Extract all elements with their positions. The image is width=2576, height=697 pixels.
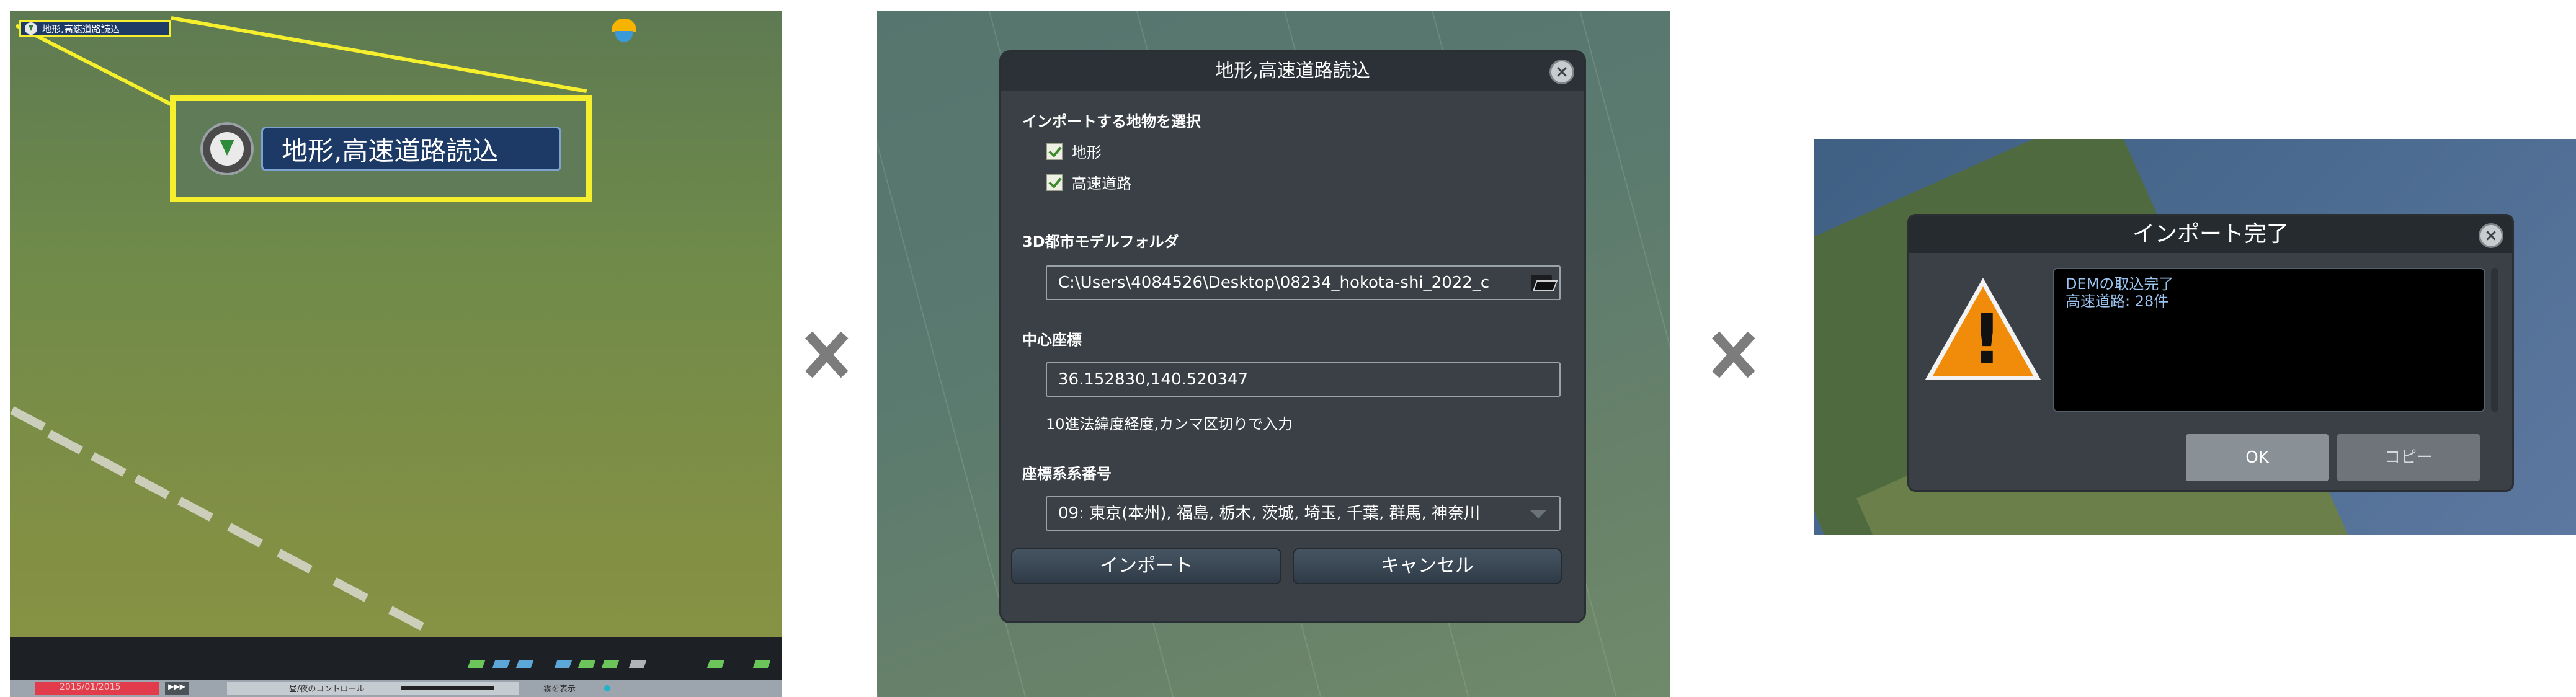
game-screen-panel: 地形,高速道路読込 地形,高速道路読込 2015/01/2015 ▶▶▶ 昼/夜… (10, 11, 782, 697)
folder-browse-icon[interactable] (1531, 273, 1558, 293)
road-tool-icon[interactable] (492, 660, 510, 668)
speed-button[interactable]: ▶▶▶ (165, 682, 189, 695)
checkbox-checked-icon[interactable] (1046, 173, 1063, 191)
terrain-highway-import-button[interactable]: 地形,高速道路読込 (19, 20, 171, 37)
road-tool-icon[interactable] (752, 660, 771, 668)
fog-toggle-label: 霧を表示 (543, 685, 576, 694)
center-coordinate-hint: 10進法緯度経度,カンマ区切りで入力 (1046, 415, 1293, 433)
road-dash (10, 406, 46, 431)
road-tool-icon[interactable] (706, 660, 725, 668)
import-dialog: 地形,高速道路読込 × インポートする地物を選択 地形 高速道路 3D都市モデル… (1001, 52, 1584, 621)
warning-icon: ! (1925, 278, 2041, 380)
import-arrow-icon (25, 22, 37, 35)
import-button-label: 地形,高速道路読込 (42, 23, 120, 35)
advisor-hardhat-icon[interactable] (608, 16, 639, 43)
road-dash (177, 497, 213, 522)
import-button[interactable]: インポート (1012, 549, 1280, 583)
chevron-right-icon (800, 310, 850, 397)
highway-checkbox[interactable]: 高速道路 (1046, 171, 1131, 193)
terrain-checkbox[interactable]: 地形 (1046, 140, 1102, 162)
tree-tool-icon[interactable] (601, 660, 620, 668)
import-button-label: 地形,高速道路読込 (261, 127, 561, 171)
copy-button[interactable]: コピー (2337, 434, 2480, 481)
road-dash (47, 430, 83, 455)
ok-button[interactable]: OK (2186, 434, 2329, 481)
zoomed-highlight-box: 地形,高速道路読込 (170, 95, 592, 202)
road-tool-icon[interactable] (515, 660, 534, 668)
road-tool-icon[interactable] (467, 660, 486, 668)
import-dialog-panel: 地形,高速道路読込 × インポートする地物を選択 地形 高速道路 3D都市モデル… (877, 11, 1670, 697)
coordinate-system-label: 座標系系番号 (1022, 465, 1112, 482)
import-complete-dialog: インポート完了 × ! DEMの取込完了 高速道路: 28件 OK コピー (1909, 216, 2512, 490)
bottom-toolbar (10, 637, 782, 680)
tree-tool-icon[interactable] (577, 660, 596, 668)
status-bar: 2015/01/2015 ▶▶▶ 昼/夜のコントロール 霧を表示 (10, 680, 782, 697)
message-box: DEMの取込完了 高速道路: 28件 (2053, 268, 2485, 412)
close-icon[interactable]: × (1549, 60, 1574, 84)
fog-toggle[interactable] (604, 685, 610, 691)
road-dash (134, 474, 170, 499)
close-icon[interactable]: × (2479, 223, 2503, 248)
folder-label: 3D都市モデルフォルダ (1022, 233, 1179, 251)
chevron-down-icon (1530, 510, 1547, 518)
coordinate-system-select[interactable]: 09: 東京(本州), 福島, 栃木, 茨城, 埼玉, 千葉, 群馬, 神奈川 (1046, 496, 1561, 531)
road-dash (332, 577, 368, 602)
road-dash (388, 606, 424, 631)
coordinate-system-value: 09: 東京(本州), 福島, 栃木, 茨城, 埼玉, 千葉, 群馬, 神奈川 (1058, 504, 1481, 523)
message-scrollbar[interactable] (2491, 268, 2498, 412)
terrain-checkbox-label: 地形 (1072, 144, 1102, 161)
center-coordinate-value: 36.152830,140.520347 (1058, 370, 1249, 389)
message-line: DEMの取込完了 (2066, 275, 2174, 293)
dialog-title: 地形,高速道路読込 (1001, 52, 1584, 91)
folder-path-input[interactable]: C:\Users\4084526\Desktop\08234_hokota-sh… (1046, 265, 1561, 300)
landscape-tool-icon[interactable] (628, 660, 647, 668)
dialog-title: インポート完了 (1909, 216, 2512, 253)
import-arrow-icon (200, 122, 254, 175)
chevron-right-icon (1707, 310, 1757, 397)
day-night-slider[interactable] (401, 686, 494, 690)
import-complete-panel: インポート完了 × ! DEMの取込完了 高速道路: 28件 OK コピー (1814, 139, 2576, 535)
terrain-highway-import-button-zoomed[interactable]: 地形,高速道路読込 (200, 122, 561, 176)
road-dash (91, 452, 127, 477)
center-coordinate-label: 中心座標 (1022, 331, 1082, 348)
zoom-connector-line (171, 16, 587, 94)
checkbox-checked-icon[interactable] (1046, 142, 1063, 160)
message-line: 高速道路: 28件 (2066, 293, 2169, 310)
cancel-button[interactable]: キャンセル (1294, 549, 1561, 583)
highway-checkbox-label: 高速道路 (1072, 175, 1131, 192)
folder-path-value: C:\Users\4084526\Desktop\08234_hokota-sh… (1058, 273, 1490, 292)
road-dash (277, 549, 313, 574)
center-coordinate-input[interactable]: 36.152830,140.520347 (1046, 362, 1561, 397)
road-dash (227, 523, 263, 548)
select-features-label: インポートする地物を選択 (1022, 113, 1201, 130)
game-date: 2015/01/2015 (35, 682, 159, 695)
zone-tool-icon[interactable] (554, 660, 573, 668)
